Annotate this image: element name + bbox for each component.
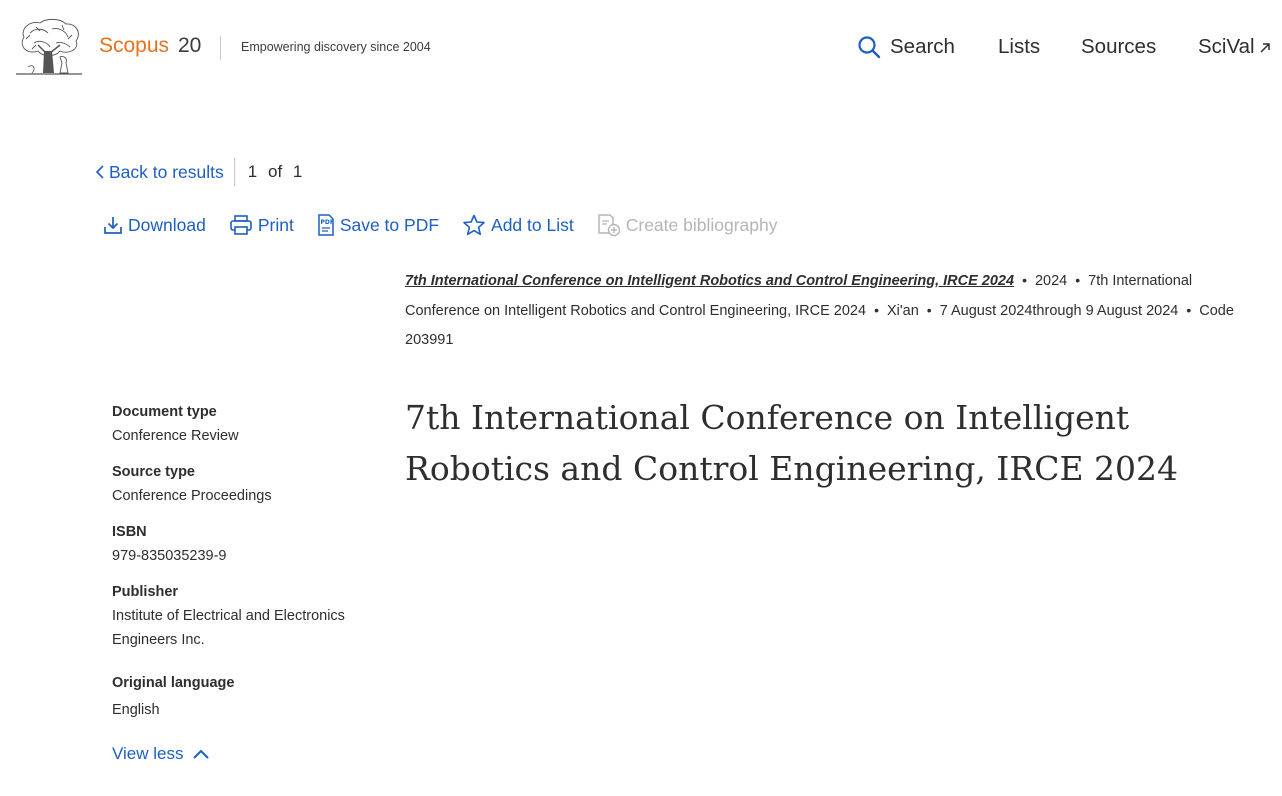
create-bibliography-button[interactable]: Create bibliography — [597, 213, 778, 237]
document-toolbar: Download Print PDF Save to PDF Add to Li… — [103, 212, 801, 238]
chevron-up-icon — [192, 749, 209, 759]
nav-search[interactable]: Search — [857, 35, 955, 59]
header-tagline: Empowering discovery since 2004 — [241, 40, 431, 54]
nav-search-label: Search — [890, 35, 955, 58]
download-button[interactable]: Download — [103, 215, 206, 236]
navigation-divider — [233, 158, 235, 186]
separator-dot: • — [1186, 302, 1192, 318]
document-type-label: Document type — [112, 404, 217, 420]
source-dates: 7 August 2024through 9 August 2024 — [939, 303, 1179, 319]
header-divider — [220, 36, 221, 60]
bibliography-icon — [597, 214, 620, 237]
pager-of: of — [267, 162, 283, 181]
source-title-link[interactable]: 7th International Conference on Intellig… — [405, 273, 1014, 289]
document-type-value: Conference Review — [112, 428, 239, 444]
source-year: 2024 — [1034, 273, 1068, 289]
scopus-anniversary-number: 20 — [178, 34, 202, 57]
elsevier-tree-logo[interactable] — [16, 17, 82, 77]
results-navigation: Back to results 1 of 1 — [95, 158, 308, 186]
add-to-list-label: Add to List — [491, 214, 574, 235]
add-to-list-button[interactable]: Add to List — [462, 214, 574, 236]
separator-dot: • — [874, 302, 879, 318]
star-icon — [463, 214, 485, 236]
pager-total: 1 — [292, 162, 303, 181]
isbn-label: ISBN — [112, 524, 147, 540]
back-to-results-label: Back to results — [109, 161, 224, 182]
search-icon — [858, 36, 881, 59]
pager-current: 1 — [247, 162, 258, 181]
isbn-value: 979-835035239-9 — [112, 548, 227, 564]
publisher-label: Publisher — [112, 584, 179, 600]
create-bibliography-label: Create bibliography — [625, 214, 778, 235]
pdf-file-icon: PDF — [318, 214, 334, 236]
nav-lists[interactable]: Lists — [998, 35, 1040, 59]
source-type-value: Conference Proceedings — [112, 488, 272, 504]
chevron-left-icon — [95, 165, 104, 179]
view-less-button[interactable]: View less — [112, 744, 210, 764]
document-title: 7th International Conference on Intellig… — [405, 398, 1179, 488]
nav-scival-label: SciVal — [1198, 35, 1255, 58]
nav-sources[interactable]: Sources — [1081, 35, 1156, 59]
nav-sources-label: Sources — [1081, 35, 1157, 58]
result-pager: 1 of 1 — [248, 162, 309, 182]
source-type-label: Source type — [112, 464, 195, 480]
view-less-label: View less — [112, 744, 184, 763]
nav-scival[interactable]: SciVal — [1198, 35, 1272, 59]
print-label: Print — [257, 214, 294, 235]
printer-icon — [230, 215, 252, 235]
document-details: Document type Conference Review Source t… — [112, 400, 392, 722]
original-language-label: Original language — [112, 675, 235, 691]
external-link-icon — [1260, 43, 1270, 53]
download-label: Download — [128, 214, 206, 235]
site-header: Scopus 20 Empowering discovery since 200… — [0, 0, 1282, 96]
nav-lists-label: Lists — [998, 35, 1041, 58]
download-icon — [104, 217, 122, 234]
source-location: Xi'an — [886, 303, 919, 319]
print-button[interactable]: Print — [229, 214, 294, 236]
separator-dot: • — [926, 302, 932, 318]
separator-dot: • — [1022, 272, 1027, 288]
svg-text:PDF: PDF — [320, 219, 333, 226]
back-to-results-link[interactable]: Back to results — [95, 162, 224, 183]
save-pdf-label: Save to PDF — [339, 214, 440, 235]
save-pdf-button[interactable]: PDF Save to PDF — [317, 214, 439, 236]
separator-dot: • — [1075, 272, 1081, 288]
original-language-value: English — [112, 702, 160, 718]
source-info: 7th International Conference on Intellig… — [405, 266, 1265, 355]
publisher-value: Institute of Electrical and Electronics … — [112, 608, 345, 648]
scopus-brand[interactable]: Scopus — [99, 34, 169, 58]
